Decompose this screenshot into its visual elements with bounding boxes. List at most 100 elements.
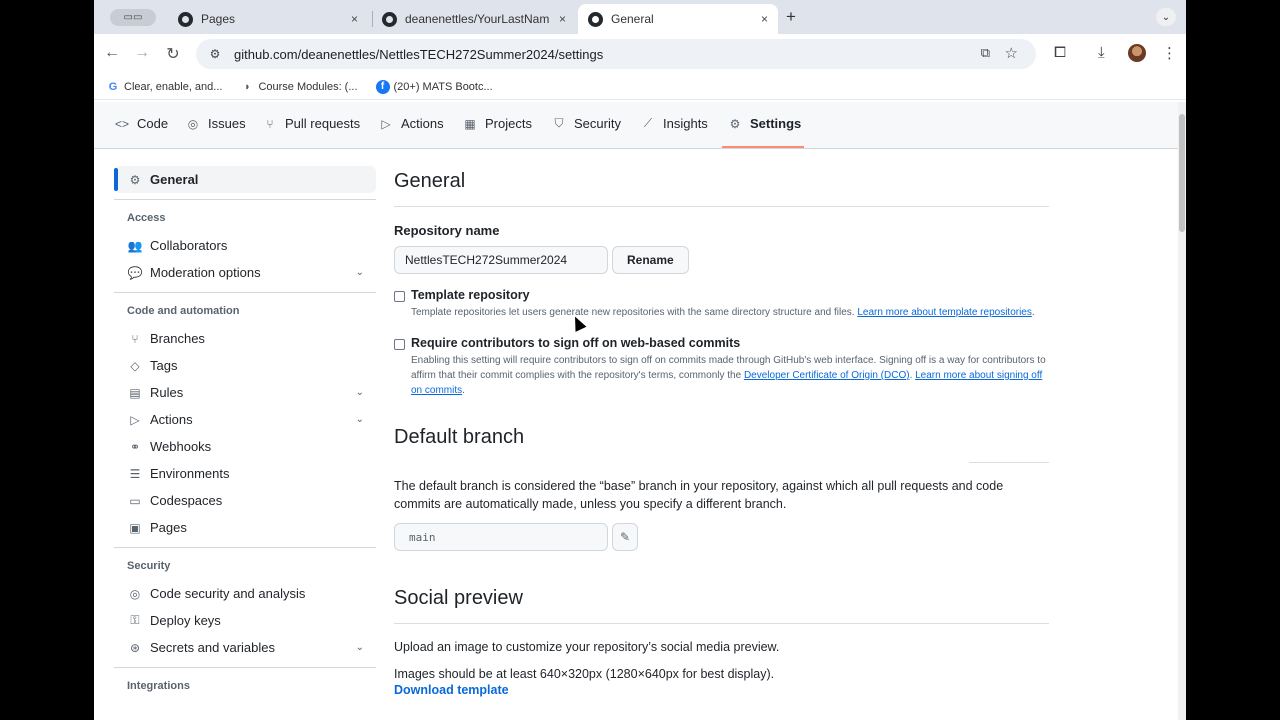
scrollbar-thumb[interactable] xyxy=(1179,114,1185,232)
default-branch-desc: The default branch is considered the “ba… xyxy=(394,479,1004,511)
issue-icon: ◎ xyxy=(187,116,199,131)
address-bar[interactable]: ⚙ github.com/deanenettles/NettlesTECH272… xyxy=(196,39,1036,69)
bookmark-item[interactable]: G Clear, enable, and... xyxy=(106,80,223,94)
extensions-icon[interactable]: ⧠ xyxy=(1054,44,1066,61)
close-icon[interactable]: × xyxy=(761,12,768,26)
template-desc-text: Template repositories let users generate… xyxy=(411,307,855,318)
tab-title: deanenettles/YourLastNameT xyxy=(405,12,549,26)
sidebar-item-label: Code security and analysis xyxy=(150,586,306,601)
chevron-down-icon: ⌄ xyxy=(355,414,364,425)
codescan-icon: ◎ xyxy=(129,586,141,601)
repo-nav-pull-requests[interactable]: ⑂ Pull requests xyxy=(262,116,360,131)
signoff-desc-end: . xyxy=(462,385,465,396)
divider xyxy=(114,667,376,668)
new-tab-button[interactable]: + xyxy=(786,7,796,27)
bookmark-item[interactable]: ◗ Course Modules: (... xyxy=(240,80,357,94)
social-preview-size-note: Images should be at least 640×320px (128… xyxy=(394,667,775,681)
back-arrow-icon[interactable]: ← xyxy=(102,44,122,62)
download-template-link[interactable]: Download template xyxy=(394,683,1049,697)
tab-pages[interactable]: Pages × xyxy=(168,4,368,34)
sidebar-item-rules[interactable]: ▤ Rules ⌄ xyxy=(114,379,376,406)
sidebar-heading-access: Access xyxy=(127,212,166,224)
tab-repo[interactable]: deanenettles/YourLastNameT × xyxy=(372,4,576,34)
template-repo-checkbox[interactable] xyxy=(394,291,405,302)
repo-nav-settings[interactable]: ⚙ Settings xyxy=(727,116,802,131)
sidebar-item-label: Secrets and variables xyxy=(150,640,276,655)
shield-icon: ⛉ xyxy=(554,116,564,130)
default-branch-field: main xyxy=(394,523,608,551)
repo-nav-projects[interactable]: ▦ Projects xyxy=(462,116,532,131)
google-icon: G xyxy=(108,80,118,93)
browser-icon: ▣ xyxy=(129,520,141,535)
rules-icon: ▤ xyxy=(129,385,141,400)
sidebar-item-secrets[interactable]: ⊛ Secrets and variables ⌄ xyxy=(114,634,376,661)
rename-button[interactable]: Rename xyxy=(612,246,689,274)
tab-list-chevron-icon[interactable]: ⌄ xyxy=(1156,8,1176,26)
sidebar-item-environments[interactable]: ☰ Environments xyxy=(114,460,376,487)
bookmark-item[interactable]: f (20+) MATS Bootc... xyxy=(375,79,493,94)
profile-avatar[interactable] xyxy=(1128,44,1146,62)
github-page: <> Code ◎ Issues ⑂ Pull requests ▷ Actions ▦… xyxy=(94,102,1178,720)
template-repo-setting: Template repository Template repositorie… xyxy=(394,288,1049,320)
template-learn-more-link[interactable]: Learn more about template repositories xyxy=(857,307,1032,318)
repo-name-input[interactable]: NettlesTECH272Summer2024 xyxy=(394,246,608,274)
divider xyxy=(394,206,1049,207)
settings-main: General Repository name NettlesTECH272Su… xyxy=(394,170,1049,697)
github-icon xyxy=(382,11,397,27)
install-app-icon[interactable]: ⧉ xyxy=(981,45,990,61)
sidebar-item-code-security[interactable]: ◎ Code security and analysis xyxy=(114,580,376,607)
codespaces-icon: ▭ xyxy=(129,493,141,508)
sidebar-item-general[interactable]: ⚙ General xyxy=(114,166,376,193)
github-icon xyxy=(588,11,603,27)
download-icon[interactable]: ⤓ xyxy=(1098,44,1105,61)
repo-nav-label: Projects xyxy=(485,116,532,131)
pull-request-icon: ⑂ xyxy=(266,116,274,131)
repo-nav-label: Code xyxy=(137,116,169,131)
webhook-icon: ⚭ xyxy=(129,439,141,454)
page-scrollbar[interactable] xyxy=(1178,102,1186,720)
comment-discussion-icon: 💬 xyxy=(127,265,143,280)
repo-nav-issues[interactable]: ◎ Issues xyxy=(185,116,246,131)
sidebar-item-label: Pages xyxy=(150,520,187,535)
asterisk-icon: ⊛ xyxy=(129,640,141,655)
repo-nav-security[interactable]: ⛉ Security xyxy=(551,116,620,131)
sidebar-item-codespaces[interactable]: ▭ Codespaces xyxy=(114,487,376,514)
play-icon: ▷ xyxy=(381,116,391,131)
repo-nav-code[interactable]: <> Code xyxy=(114,116,168,131)
sidebar-item-tags[interactable]: ◇ Tags xyxy=(114,352,376,379)
canvas-icon: ◗ xyxy=(244,80,251,93)
sidebar-item-collaborators[interactable]: 👥 Collaborators xyxy=(114,232,376,259)
close-icon[interactable]: × xyxy=(351,12,358,26)
sidebar-item-moderation[interactable]: 💬 Moderation options ⌄ xyxy=(114,259,376,286)
facebook-icon: f xyxy=(375,79,390,94)
sidebar-item-branches[interactable]: ⑂ Branches xyxy=(114,325,376,352)
bookmark-label: (20+) MATS Bootc... xyxy=(393,80,493,93)
template-repo-desc: Template repositories let users generate… xyxy=(411,305,1051,320)
site-settings-icon[interactable]: ⚙ xyxy=(204,47,226,61)
sidebar-item-pages[interactable]: ▣ Pages xyxy=(114,514,376,541)
signoff-title: Require contributors to sign off on web-… xyxy=(411,336,741,350)
pencil-icon[interactable]: ✎ xyxy=(612,523,638,551)
sidebar-item-label: Actions xyxy=(150,412,193,427)
sidebar-heading-security: Security xyxy=(127,560,171,572)
dco-link[interactable]: Developer Certificate of Origin (DCO) xyxy=(744,370,910,381)
bookmark-label: Clear, enable, and... xyxy=(124,80,223,93)
signoff-checkbox[interactable] xyxy=(394,339,405,350)
social-preview-desc: Upload an image to customize your reposi… xyxy=(394,640,780,654)
sidebar-item-actions[interactable]: ▷ Actions ⌄ xyxy=(114,406,376,433)
tab-general[interactable]: General × xyxy=(578,4,778,34)
reload-icon[interactable]: ↻ xyxy=(163,44,183,64)
sidebar-item-webhooks[interactable]: ⚭ Webhooks xyxy=(114,433,376,460)
tab-groups-button[interactable]: ▭▭ xyxy=(110,9,156,26)
repo-nav-insights[interactable]: ⟋ Insights xyxy=(640,116,708,131)
url-text[interactable]: github.com/deanenettles/NettlesTECH272Su… xyxy=(234,47,603,62)
close-icon[interactable]: × xyxy=(559,12,566,26)
forward-arrow-icon[interactable]: → xyxy=(132,44,152,62)
social-preview-heading: Social preview xyxy=(394,587,523,609)
repo-nav-label: Pull requests xyxy=(285,116,361,131)
chevron-down-icon: ⌄ xyxy=(355,267,364,278)
sidebar-item-deploy-keys[interactable]: ⚿ Deploy keys xyxy=(114,607,376,634)
more-menu-icon[interactable]: ⋮ xyxy=(1162,44,1177,62)
repo-nav-actions[interactable]: ▷ Actions xyxy=(378,116,443,131)
bookmark-star-icon[interactable]: ☆ xyxy=(1005,44,1018,62)
